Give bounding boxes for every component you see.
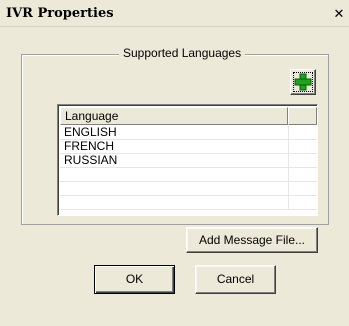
close-icon: ✕ (333, 6, 345, 21)
dialog-title: IVR Properties (6, 6, 114, 21)
list-item[interactable]: FRENCH (60, 140, 317, 154)
ok-button[interactable]: OK (94, 265, 175, 294)
ivr-properties-dialog: IVR Properties ✕ Supported Languages Lan… (0, 0, 349, 326)
language-list[interactable]: Language ENGLISH FRENCH RUSSIAN (57, 104, 318, 216)
close-button[interactable]: ✕ (332, 7, 346, 21)
green-plus-icon (294, 73, 312, 91)
column-header-language[interactable]: Language (60, 107, 288, 125)
list-item[interactable] (60, 182, 317, 196)
add-language-button[interactable] (290, 69, 316, 95)
list-item[interactable] (60, 168, 317, 182)
list-rows: ENGLISH FRENCH RUSSIAN (60, 126, 317, 210)
list-header: Language (60, 107, 317, 125)
list-item[interactable]: ENGLISH (60, 126, 317, 140)
title-bar[interactable]: IVR Properties ✕ (0, 0, 349, 27)
cancel-button[interactable]: Cancel (195, 265, 276, 294)
list-item[interactable]: RUSSIAN (60, 154, 317, 168)
group-legend: Supported Languages (119, 46, 246, 60)
column-header-extra[interactable] (288, 107, 317, 125)
list-item[interactable] (60, 196, 317, 210)
add-message-file-button[interactable]: Add Message File... (186, 227, 318, 253)
